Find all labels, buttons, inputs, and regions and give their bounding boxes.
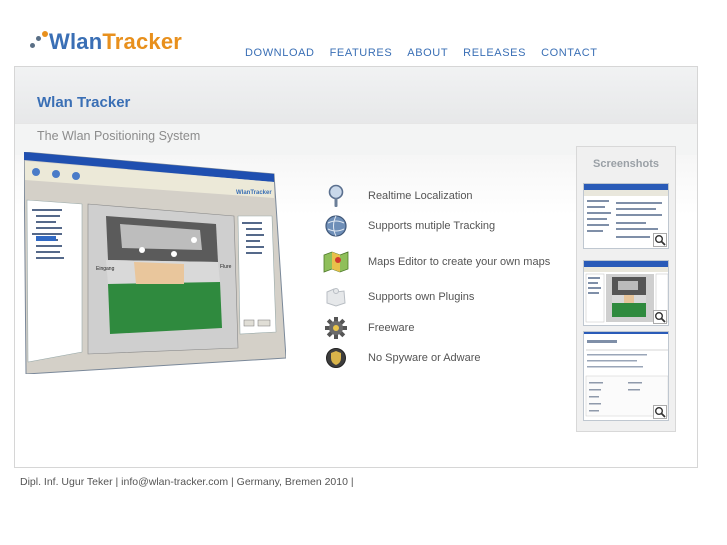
feature-label: Maps Editor to create your own maps [368,256,551,268]
zoom-icon[interactable] [653,310,667,324]
page-subtitle: The Wlan Positioning System [37,129,201,143]
svg-text:Eingang: Eingang [96,266,115,272]
logo-text-tracker: Tracker [102,29,183,54]
feature-item: No Spyware or Adware [322,344,562,372]
main-nav: DOWNLOAD FEATURES ABOUT RELEASES CONTACT [245,47,598,59]
nav-features[interactable]: FEATURES [330,47,393,59]
feature-item: Supports own Plugins [322,283,562,311]
logo-dots-icon [27,30,49,54]
map-icon [322,248,350,276]
screenshot-thumbnail[interactable] [583,260,669,326]
shield-icon [322,344,350,372]
globe-icon [322,212,350,240]
screenshots-title: Screenshots [592,158,660,170]
page-title: Wlan Tracker [37,94,131,111]
magnifier-pin-icon [322,182,350,210]
logo-text: WlanTracker [49,29,182,55]
logo[interactable]: WlanTracker [27,27,182,57]
feature-label: No Spyware or Adware [368,352,481,364]
app-screenshot: WlanTracker Eingang Flure [24,152,286,374]
logo-text-wlan: Wlan [49,29,103,54]
zoom-icon[interactable] [653,405,667,419]
screenshots-sidebar: Screenshots [576,146,676,432]
nav-download[interactable]: DOWNLOAD [245,47,315,59]
feature-item: Freeware [322,314,562,342]
svg-text:WlanTracker: WlanTracker [236,190,272,196]
footer-text: Dipl. Inf. Ugur Teker | info@wlan-tracke… [20,476,354,488]
nav-contact[interactable]: CONTACT [541,47,598,59]
feature-item: Maps Editor to create your own maps [322,248,562,276]
screenshot-thumbnail[interactable] [583,331,669,421]
feature-label: Supports mutiple Tracking [368,220,496,232]
feature-label: Freeware [368,322,415,334]
gear-icon [322,314,350,342]
feature-item: Realtime Localization [322,182,562,210]
panel-header: Wlan Tracker [15,67,697,123]
feature-label: Supports own Plugins [368,291,475,303]
screenshot-thumbnail[interactable] [583,183,669,249]
puzzle-icon [322,283,350,311]
feature-item: Supports mutiple Tracking [322,212,562,240]
feature-label: Realtime Localization [368,190,473,202]
svg-text:Flure: Flure [220,264,232,270]
zoom-icon[interactable] [653,233,667,247]
nav-about[interactable]: ABOUT [407,47,448,59]
nav-releases[interactable]: RELEASES [463,47,526,59]
